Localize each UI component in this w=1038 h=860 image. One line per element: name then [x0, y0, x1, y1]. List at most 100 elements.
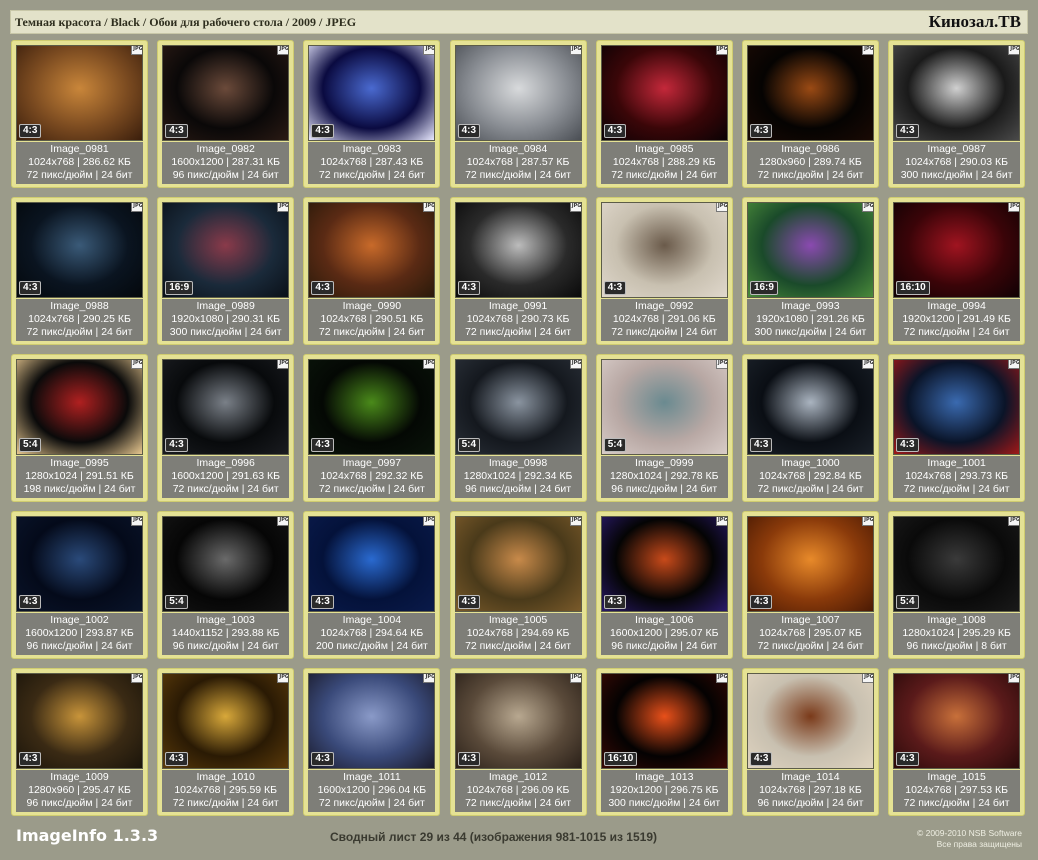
thumbnail-tile[interactable]: JPG 16:9 Image_0989 1920x1080 | 290.31 КБ 30…: [157, 197, 295, 345]
thumbnail-image[interactable]: JPG 4:3: [893, 45, 1021, 141]
thumbnail-tile[interactable]: JPG 5:4 Image_1003 1440x1152 | 293.88 КБ 96 …: [157, 511, 295, 659]
image-size: 293.73 КБ: [959, 470, 1008, 482]
thumbnail-tile[interactable]: JPG 4:3 Image_1012 1024x768 | 296.09 КБ 72 п…: [449, 668, 587, 816]
image-bits: 24 бит: [832, 169, 864, 181]
thumbnail-tile[interactable]: JPG 16:10 Image_0994 1920x1200 | 291.49 КБ 7…: [888, 197, 1026, 345]
thumbnail-tile[interactable]: JPG 4:3 Image_0985 1024x768 | 288.29 КБ 72 п…: [595, 40, 733, 188]
thumbnail-tile[interactable]: JPG 5:4 Image_0999 1280x1024 | 292.78 КБ 96 …: [595, 354, 733, 502]
thumbnail-image[interactable]: JPG 4:3: [600, 516, 728, 612]
thumbnail-tile[interactable]: JPG 4:3 Image_0983 1024x768 | 287.43 КБ 72 п…: [303, 40, 441, 188]
image-dpi-bits: 96 пикс/дюйм | 24 бит: [26, 797, 133, 809]
thumbnail-tile[interactable]: JPG 4:3 Image_0991 1024x768 | 290.73 КБ 72 п…: [449, 197, 587, 345]
thumbnail-tile[interactable]: JPG 4:3 Image_0992 1024x768 | 291.06 КБ 72 п…: [595, 197, 733, 345]
thumbnail-tile[interactable]: JPG 5:4 Image_0995 1280x1024 | 291.51 КБ 198…: [11, 354, 148, 502]
jpg-format-icon: JPG: [1008, 674, 1020, 683]
image-dpi: 72 пикс/дюйм: [757, 169, 824, 181]
thumbnail-image[interactable]: JPG 4:3: [893, 673, 1021, 769]
thumbnail-tile[interactable]: JPG 4:3 Image_1015 1024x768 | 297.53 КБ 72 п…: [888, 668, 1026, 816]
image-bits: 24 бит: [539, 640, 572, 652]
image-bits: 24 бит: [247, 169, 279, 181]
image-bits: 24 бит: [832, 640, 864, 652]
jpg-format-icon: JPG: [277, 517, 289, 526]
thumbnail-tile[interactable]: JPG 4:3 Image_0984 1024x768 | 287.57 КБ 72 п…: [449, 40, 587, 188]
thumbnail-image[interactable]: JPG 4:3: [308, 516, 436, 612]
thumbnail-tile[interactable]: JPG 16:10 Image_1013 1920x1200 | 296.75 КБ 3…: [595, 668, 733, 816]
thumbnail-image[interactable]: JPG 4:3: [454, 202, 582, 298]
thumbnail-tile[interactable]: JPG 4:3 Image_1010 1024x768 | 295.59 КБ 72 п…: [157, 668, 295, 816]
thumbnail-image[interactable]: JPG 4:3: [308, 202, 436, 298]
thumbnail-image[interactable]: JPG 4:3: [454, 45, 582, 141]
image-dpi: 72 пикс/дюйм: [318, 169, 385, 181]
image-dims-size: 1280x1024 | 291.51 КБ: [25, 470, 134, 482]
image-dims: 1920x1080: [756, 313, 809, 325]
thumbnail-tile[interactable]: JPG 4:3 Image_1002 1600x1200 | 293.87 КБ 96 …: [11, 511, 148, 659]
thumbnail-tile[interactable]: JPG 4:3 Image_0996 1600x1200 | 291.63 КБ 72 …: [157, 354, 295, 502]
thumbnail-tile[interactable]: JPG 5:4 Image_0998 1280x1024 | 292.34 КБ 96 …: [449, 354, 587, 502]
image-bits: 24 бит: [539, 797, 572, 809]
thumbnail-image[interactable]: JPG 4:3: [308, 673, 436, 769]
thumbnail-image[interactable]: JPG 5:4: [16, 359, 143, 455]
thumbnail-image[interactable]: JPG 4:3: [16, 45, 143, 141]
image-dpi-bits: 72 пикс/дюйм | 24 бит: [611, 326, 718, 338]
image-dpi: 96 пикс/дюйм: [611, 640, 678, 652]
image-dpi: 72 пикс/дюйм: [903, 797, 970, 809]
image-dims: 1024x768: [466, 156, 513, 168]
thumbnail-image[interactable]: JPG 4:3: [16, 202, 143, 298]
thumbnail-tile[interactable]: JPG 4:3 Image_0981 1024x768 | 286.62 КБ 72 п…: [11, 40, 148, 188]
thumbnail-tile[interactable]: JPG 5:4 Image_1008 1280x1024 | 295.29 КБ 96 …: [888, 511, 1026, 659]
thumbnail-image[interactable]: JPG 4:3: [454, 673, 582, 769]
jpg-format-icon: JPG: [131, 674, 142, 683]
thumbnail-image[interactable]: JPG 4:3: [746, 359, 874, 455]
thumbnail-tile[interactable]: JPG 4:3 Image_1000 1024x768 | 292.84 КБ 72 п…: [741, 354, 879, 502]
thumbnail-image[interactable]: JPG 4:3: [746, 45, 874, 141]
thumbnail-tile[interactable]: JPG 4:3 Image_1007 1024x768 | 295.07 КБ 72 п…: [741, 511, 879, 659]
thumbnail-image[interactable]: JPG 5:4: [162, 516, 290, 612]
thumbnail-image[interactable]: JPG 5:4: [893, 516, 1021, 612]
jpg-format-icon: JPG: [715, 46, 727, 55]
thumbnail-image[interactable]: JPG 4:3: [16, 673, 143, 769]
thumbnail-image[interactable]: JPG 4:3: [308, 359, 436, 455]
thumbnail-image[interactable]: JPG 5:4: [454, 359, 582, 455]
thumbnail-image[interactable]: JPG 16:9: [746, 202, 874, 298]
thumbnail-image[interactable]: JPG 4:3: [162, 45, 290, 141]
jpg-format-icon: JPG: [131, 517, 142, 526]
thumbnail-tile[interactable]: JPG 4:3 Image_0990 1024x768 | 290.51 КБ 72 п…: [303, 197, 441, 345]
image-size: 293.88 КБ: [231, 627, 280, 639]
thumbnail-tile[interactable]: JPG 4:3 Image_0987 1024x768 | 290.03 КБ 300 …: [888, 40, 1026, 188]
image-size: 292.84 КБ: [813, 470, 862, 482]
thumbnail-tile[interactable]: JPG 4:3 Image_1006 1600x1200 | 295.07 КБ 96 …: [595, 511, 733, 659]
thumbnail-image[interactable]: JPG 16:10: [893, 202, 1021, 298]
thumbnail-image[interactable]: JPG 16:10: [600, 673, 728, 769]
thumbnail-image[interactable]: JPG 4:3: [454, 516, 582, 612]
thumbnail-image[interactable]: JPG 4:3: [600, 45, 728, 141]
thumbnail-tile[interactable]: JPG 16:9 Image_0993 1920x1080 | 291.26 КБ 30…: [741, 197, 879, 345]
thumbnail-image[interactable]: JPG 5:4: [600, 359, 728, 455]
image-name: Image_1007: [781, 614, 840, 626]
thumbnail-image[interactable]: JPG 16:9: [162, 202, 290, 298]
thumbnail-tile[interactable]: JPG 4:3 Image_1001 1024x768 | 293.73 КБ 72 п…: [888, 354, 1026, 502]
thumbnail-tile[interactable]: JPG 4:3 Image_0988 1024x768 | 290.25 КБ 72 п…: [11, 197, 148, 345]
jpg-format-icon: JPG: [131, 203, 142, 212]
thumbnail-image[interactable]: JPG 4:3: [893, 359, 1021, 455]
thumbnail-image[interactable]: JPG 4:3: [746, 516, 874, 612]
thumbnail-tile[interactable]: JPG 4:3 Image_1009 1280x960 | 295.47 КБ 96 п…: [11, 668, 148, 816]
image-bits: 24 бит: [539, 326, 572, 338]
image-info: Image_0996 1600x1200 | 291.63 КБ 72 пикс/д…: [162, 456, 290, 498]
image-bits: 24 бит: [393, 169, 425, 181]
thumbnail-image[interactable]: JPG 4:3: [162, 359, 290, 455]
thumbnail-image[interactable]: JPG 4:3: [308, 45, 436, 141]
image-dims: 1024x768: [320, 627, 367, 639]
thumbnail-image[interactable]: JPG 4:3: [162, 673, 290, 769]
image-dims: 1024x768: [28, 313, 75, 325]
thumbnail-tile[interactable]: JPG 4:3 Image_0986 1280x960 | 289.74 КБ 72 п…: [741, 40, 879, 188]
thumbnail-tile[interactable]: JPG 4:3 Image_0982 1600x1200 | 287.31 КБ 96 …: [157, 40, 295, 188]
thumbnail-image[interactable]: JPG 4:3: [600, 202, 728, 298]
thumbnail-tile[interactable]: JPG 4:3 Image_1005 1024x768 | 294.69 КБ 72 п…: [449, 511, 587, 659]
thumbnail-tile[interactable]: JPG 4:3 Image_1011 1600x1200 | 296.04 КБ 72 …: [303, 668, 441, 816]
thumbnail-tile[interactable]: JPG 4:3 Image_1004 1024x768 | 294.64 КБ 200 …: [303, 511, 441, 659]
thumbnail-image[interactable]: JPG 4:3: [16, 516, 143, 612]
thumbnail-tile[interactable]: JPG 4:3 Image_0997 1024x768 | 292.32 КБ 72 п…: [303, 354, 441, 502]
image-bits: 24 бит: [247, 483, 279, 495]
thumbnail-image[interactable]: JPG 4:3: [746, 673, 874, 769]
thumbnail-tile[interactable]: JPG 4:3 Image_1014 1024x768 | 297.18 КБ 96 п…: [741, 668, 879, 816]
